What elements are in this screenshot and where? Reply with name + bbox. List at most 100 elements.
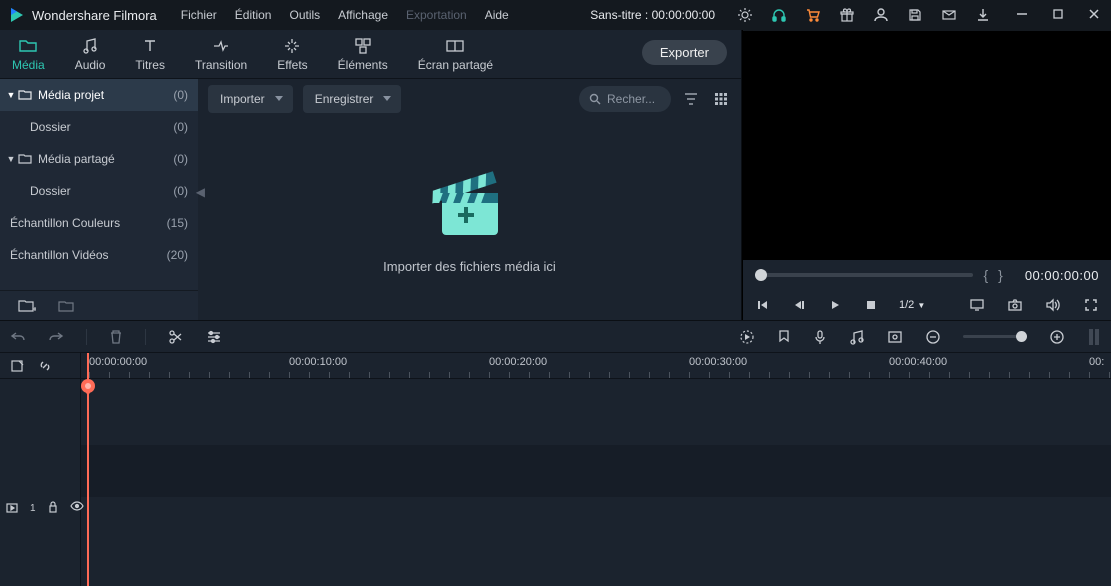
filter-icon[interactable] xyxy=(681,89,701,109)
lock-icon[interactable] xyxy=(48,501,58,515)
sidebar-item-label: Média projet xyxy=(38,88,173,102)
clapperboard-icon xyxy=(428,165,512,241)
sidebar-item-folder-2[interactable]: Dossier (0) xyxy=(0,175,198,207)
import-dropdown[interactable]: Importer xyxy=(208,85,293,113)
headphones-icon[interactable] xyxy=(771,7,787,23)
audio-mixer-icon[interactable] xyxy=(849,329,865,345)
link-icon[interactable] xyxy=(38,359,52,373)
save-icon[interactable] xyxy=(907,7,923,23)
delete-icon[interactable] xyxy=(109,329,123,345)
step-back-icon[interactable] xyxy=(791,297,807,313)
volume-icon[interactable] xyxy=(1045,297,1061,313)
timeline-tracks[interactable]: 00:00:00:00 00:00:10:00 00:00:20:00 00:0… xyxy=(81,353,1111,586)
sidebar-item-folder-1[interactable]: Dossier (0) xyxy=(0,111,198,143)
menu-tools[interactable]: Outils xyxy=(289,8,320,22)
menu-help[interactable]: Aide xyxy=(485,8,509,22)
preview-panel: { } 00:00:00:00 1/2 ▼ xyxy=(742,30,1111,320)
display-icon[interactable] xyxy=(969,297,985,313)
cart-icon[interactable] xyxy=(805,7,821,23)
folder-icon xyxy=(18,153,32,165)
track-row[interactable] xyxy=(81,445,1111,497)
track-row[interactable] xyxy=(81,379,1111,445)
sidebar-item-count: (0) xyxy=(173,120,188,134)
tab-media[interactable]: Média xyxy=(12,36,45,78)
search-placeholder: Recher... xyxy=(607,92,655,106)
folder-icon xyxy=(18,89,32,101)
user-icon[interactable] xyxy=(873,7,889,23)
zoom-in-icon[interactable] xyxy=(1049,329,1065,345)
menu-view[interactable]: Affichage xyxy=(338,8,388,22)
prev-frame-icon[interactable] xyxy=(755,297,771,313)
playhead[interactable] xyxy=(87,353,89,586)
crop-icon[interactable] xyxy=(887,330,903,344)
timeline-options-icon[interactable] xyxy=(10,359,24,373)
music-icon xyxy=(81,36,99,56)
tab-effects[interactable]: Effets xyxy=(277,36,307,78)
video-track-head[interactable]: 1 xyxy=(0,497,80,519)
timeline-ruler[interactable]: 00:00:00:00 00:00:10:00 00:00:20:00 00:0… xyxy=(81,353,1111,379)
split-icon[interactable] xyxy=(168,329,184,345)
tab-audio[interactable]: Audio xyxy=(75,36,106,78)
sidebar-item-project-media[interactable]: ▼ Média projet (0) xyxy=(0,79,198,111)
mark-in-icon[interactable]: { xyxy=(983,267,988,283)
chevron-down-icon: ▼ xyxy=(6,154,16,164)
window-controls xyxy=(1015,7,1103,23)
collapse-handle-icon[interactable]: ◀ xyxy=(196,185,205,199)
media-empty-text: Importer des fichiers média ici xyxy=(383,259,556,274)
sidebar-item-sample-colors[interactable]: Échantillon Couleurs (15) xyxy=(0,207,198,239)
minimize-button[interactable] xyxy=(1015,7,1031,23)
sidebar-item-label: Dossier xyxy=(30,184,173,198)
tab-titles[interactable]: Titres xyxy=(135,36,165,78)
tab-split-screen[interactable]: Écran partagé xyxy=(418,36,493,78)
sidebar-item-sample-videos[interactable]: Échantillon Vidéos (20) xyxy=(0,239,198,271)
redo-icon[interactable] xyxy=(48,330,64,344)
preview-viewport[interactable] xyxy=(743,31,1111,260)
sidebar-item-count: (15) xyxy=(167,216,188,230)
brightness-icon[interactable] xyxy=(737,7,753,23)
stop-icon[interactable] xyxy=(863,297,879,313)
marker-icon[interactable] xyxy=(777,329,791,345)
ruler-mark: 00:00:20:00 xyxy=(489,356,547,368)
scrub-slider[interactable] xyxy=(755,273,973,277)
fullscreen-icon[interactable] xyxy=(1083,297,1099,313)
export-button[interactable]: Exporter xyxy=(642,40,727,65)
preview-controls: 1/2 ▼ xyxy=(743,290,1111,320)
menu-edit[interactable]: Édition xyxy=(235,8,272,22)
playback-speed[interactable]: 1/2 ▼ xyxy=(899,299,925,311)
ruler-mark: 00:00:40:00 xyxy=(889,356,947,368)
render-icon[interactable] xyxy=(739,329,755,345)
mail-icon[interactable] xyxy=(941,7,957,23)
mark-out-icon[interactable]: } xyxy=(998,267,1003,283)
undo-icon[interactable] xyxy=(10,330,26,344)
voiceover-icon[interactable] xyxy=(813,329,827,345)
text-icon xyxy=(141,36,159,56)
media-sidebar: ▼ Média projet (0) Dossier (0) ▼ Média p… xyxy=(0,79,198,320)
download-icon[interactable] xyxy=(975,7,991,23)
zoom-fit-icon[interactable] xyxy=(1087,327,1101,347)
new-folder-icon[interactable] xyxy=(58,300,74,312)
play-icon[interactable] xyxy=(827,297,843,313)
close-button[interactable] xyxy=(1087,7,1103,23)
ruler-mark: 00:00:10:00 xyxy=(289,356,347,368)
timeline-toolbar xyxy=(0,321,1111,353)
sidebar-item-shared-media[interactable]: ▼ Média partagé (0) xyxy=(0,143,198,175)
snapshot-icon[interactable] xyxy=(1007,297,1023,313)
record-dropdown[interactable]: Enregistrer xyxy=(303,85,402,113)
sidebar-item-label: Média partagé xyxy=(38,152,173,166)
tab-transition[interactable]: Transition xyxy=(195,36,247,78)
media-empty-state[interactable]: Importer des fichiers média ici xyxy=(198,119,741,320)
gift-icon[interactable] xyxy=(839,7,855,23)
tab-effects-label: Effets xyxy=(277,58,307,72)
grid-view-icon[interactable] xyxy=(711,89,731,109)
track-row[interactable] xyxy=(81,497,1111,519)
ruler-mark: 00:00:00:00 xyxy=(89,356,147,368)
project-title: Sans-titre : 00:00:00:00 xyxy=(590,8,715,22)
adjust-icon[interactable] xyxy=(206,330,222,344)
zoom-out-icon[interactable] xyxy=(925,329,941,345)
maximize-button[interactable] xyxy=(1051,7,1067,23)
search-input[interactable]: Recher... xyxy=(579,86,671,112)
new-folder-plus-icon[interactable] xyxy=(18,299,36,313)
zoom-slider[interactable] xyxy=(963,335,1027,338)
menu-file[interactable]: Fichier xyxy=(181,8,217,22)
tab-elements[interactable]: Éléments xyxy=(338,36,388,78)
